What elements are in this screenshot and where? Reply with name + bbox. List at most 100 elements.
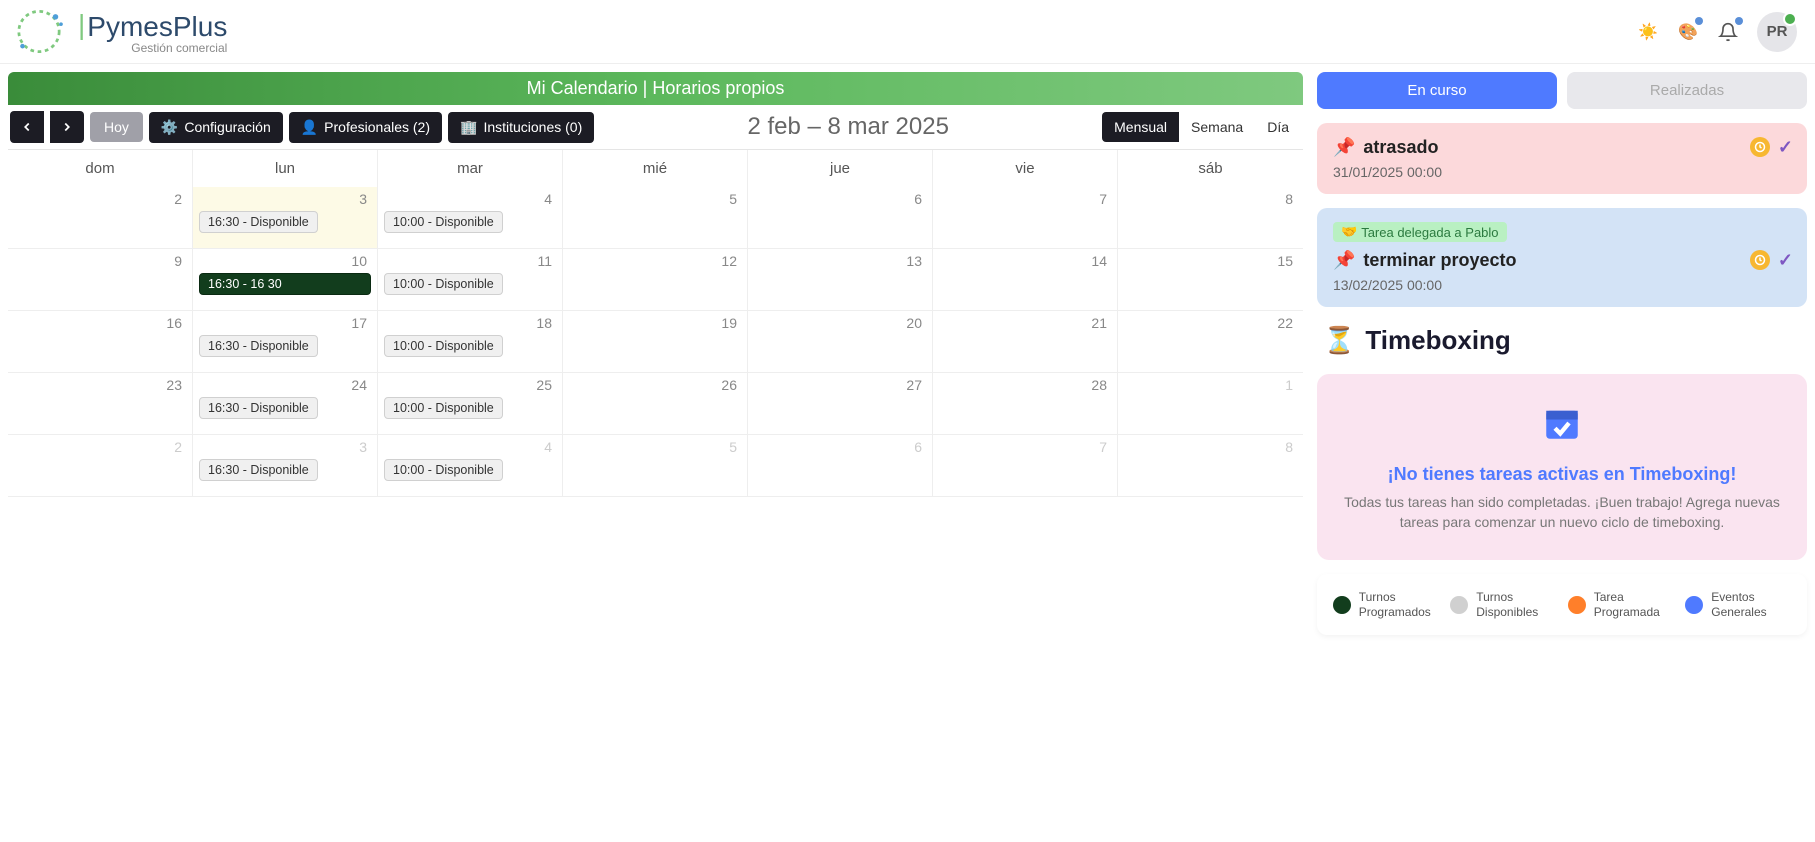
day-cell[interactable]: 2 xyxy=(8,187,193,249)
slot-available[interactable]: 10:00 - Disponible xyxy=(384,397,503,419)
view-week-button[interactable]: Semana xyxy=(1179,112,1255,142)
instituciones-label: Instituciones (0) xyxy=(483,119,582,135)
slot-available[interactable]: 10:00 - Disponible xyxy=(384,459,503,481)
gear-icon: ⚙️ xyxy=(161,119,178,136)
side-panel: En curso Realizadas 📌atrasado 31/01/2025… xyxy=(1317,72,1807,635)
slot-available[interactable]: 10:00 - Disponible xyxy=(384,211,503,233)
day-cell[interactable]: 27 xyxy=(748,373,933,435)
day-number: 11 xyxy=(384,253,556,269)
profesionales-button[interactable]: 👤Profesionales (2) xyxy=(289,112,442,143)
day-cell[interactable]: 21 xyxy=(933,311,1118,373)
day-cell[interactable]: 6 xyxy=(748,187,933,249)
sun-icon[interactable]: ☀️ xyxy=(1637,21,1659,43)
clock-icon xyxy=(1750,137,1770,157)
dow-cell: mar xyxy=(378,150,563,187)
day-cell[interactable]: 2510:00 - Disponible xyxy=(378,373,563,435)
day-cell[interactable]: 8 xyxy=(1118,187,1303,249)
delegated-badge: Tarea delegada a Pablo xyxy=(1361,225,1498,240)
brand-tagline: Gestión comercial xyxy=(78,41,227,55)
slot-booked[interactable]: 16:30 - 16 30 xyxy=(199,273,371,295)
day-cell[interactable]: 1 xyxy=(1118,373,1303,435)
day-cell[interactable]: 5 xyxy=(563,187,748,249)
timeboxing-empty-title: ¡No tienes tareas activas en Timeboxing! xyxy=(1339,464,1785,485)
day-of-week-row: domlunmarmiéjueviesáb xyxy=(8,150,1303,187)
day-number: 9 xyxy=(14,253,186,269)
day-cell[interactable]: 28 xyxy=(933,373,1118,435)
slot-available[interactable]: 10:00 - Disponible xyxy=(384,273,503,295)
day-cell[interactable]: 22 xyxy=(1118,311,1303,373)
day-cell[interactable]: 6 xyxy=(748,435,933,497)
day-cell[interactable]: 3 16:30 - Disponible xyxy=(193,435,378,497)
instituciones-button[interactable]: 🏢Instituciones (0) xyxy=(448,112,594,143)
timeboxing-empty: ¡No tienes tareas activas en Timeboxing!… xyxy=(1317,374,1807,560)
logo-mark-icon xyxy=(4,4,74,59)
config-button[interactable]: ⚙️ Configuración xyxy=(149,112,283,143)
day-number: 5 xyxy=(569,439,741,455)
day-cell[interactable]: 8 xyxy=(1118,435,1303,497)
slot-available[interactable]: 16:30 - Disponible xyxy=(199,335,318,357)
avatar[interactable]: PR xyxy=(1757,12,1797,52)
day-cell[interactable]: 16 xyxy=(8,311,193,373)
task-date: 13/02/2025 00:00 xyxy=(1333,277,1791,293)
pin-icon: 📌 xyxy=(1333,137,1355,158)
day-number: 20 xyxy=(754,315,926,331)
day-cell[interactable]: 10 16:30 - 16 30 xyxy=(193,249,378,311)
day-cell[interactable]: 26 xyxy=(563,373,748,435)
legend-label: Tarea Programada xyxy=(1594,590,1674,619)
day-cell[interactable]: 11 10:00 - Disponible xyxy=(378,249,563,311)
day-number: 7 xyxy=(939,191,1111,207)
next-button[interactable] xyxy=(50,111,84,143)
today-button[interactable]: Hoy xyxy=(90,112,143,142)
task-card-late[interactable]: 📌atrasado 31/01/2025 00:00 ✓ xyxy=(1317,123,1807,194)
day-cell[interactable]: 2 xyxy=(8,435,193,497)
view-day-button[interactable]: Día xyxy=(1255,112,1301,142)
day-number: 12 xyxy=(569,253,741,269)
clock-icon xyxy=(1750,250,1770,270)
day-cell[interactable]: 20 xyxy=(748,311,933,373)
day-cell[interactable]: 18 10:00 - Disponible xyxy=(378,311,563,373)
day-cell[interactable]: 2416:30 - Disponible xyxy=(193,373,378,435)
day-cell[interactable]: 410:00 - Disponible xyxy=(378,435,563,497)
prev-button[interactable] xyxy=(10,111,44,143)
day-cell[interactable]: 316:30 - Disponible xyxy=(193,187,378,249)
palette-icon[interactable]: 🎨 xyxy=(1677,21,1699,43)
day-cell[interactable]: 7 xyxy=(933,187,1118,249)
tab-done[interactable]: Realizadas xyxy=(1567,72,1807,109)
day-cell[interactable]: 5 xyxy=(563,435,748,497)
logo[interactable]: |PymesPlus Gestión comercial xyxy=(4,4,227,59)
config-label: Configuración xyxy=(184,119,270,135)
day-number: 27 xyxy=(754,377,926,393)
view-month-button[interactable]: Mensual xyxy=(1102,112,1179,142)
day-cell[interactable]: 15 xyxy=(1118,249,1303,311)
slot-available[interactable]: 10:00 - Disponible xyxy=(384,335,503,357)
day-number: 15 xyxy=(1124,253,1297,269)
day-cell[interactable]: 1716:30 - Disponible xyxy=(193,311,378,373)
day-cell[interactable]: 410:00 - Disponible xyxy=(378,187,563,249)
day-number: 3 xyxy=(199,439,371,455)
week-row: 232416:30 - Disponible2510:00 - Disponib… xyxy=(8,373,1303,435)
task-card-delegated[interactable]: 🤝Tarea delegada a Pablo 📌terminar proyec… xyxy=(1317,208,1807,307)
legend-item: Turnos Programados xyxy=(1333,590,1439,619)
day-cell[interactable]: 9 xyxy=(8,249,193,311)
day-cell[interactable]: 23 xyxy=(8,373,193,435)
calendar-check-icon xyxy=(1339,402,1785,454)
dow-cell: mié xyxy=(563,150,748,187)
bell-icon[interactable] xyxy=(1717,21,1739,43)
day-cell[interactable]: 14 xyxy=(933,249,1118,311)
day-cell[interactable]: 7 xyxy=(933,435,1118,497)
legend-dot xyxy=(1568,596,1586,614)
day-number: 6 xyxy=(754,439,926,455)
slot-available[interactable]: 16:30 - Disponible xyxy=(199,211,318,233)
day-cell[interactable]: 12 xyxy=(563,249,748,311)
check-icon[interactable]: ✓ xyxy=(1778,137,1793,158)
legend-label: Eventos Generales xyxy=(1711,590,1791,619)
check-icon[interactable]: ✓ xyxy=(1778,250,1793,271)
day-number: 10 xyxy=(199,253,371,269)
slot-available[interactable]: 16:30 - Disponible xyxy=(199,397,318,419)
tab-in-progress[interactable]: En curso xyxy=(1317,72,1557,109)
slot-available[interactable]: 16:30 - Disponible xyxy=(199,459,318,481)
day-cell[interactable]: 13 xyxy=(748,249,933,311)
legend-label: Turnos Disponibles xyxy=(1476,590,1556,619)
day-cell[interactable]: 19 xyxy=(563,311,748,373)
day-number: 18 xyxy=(384,315,556,331)
